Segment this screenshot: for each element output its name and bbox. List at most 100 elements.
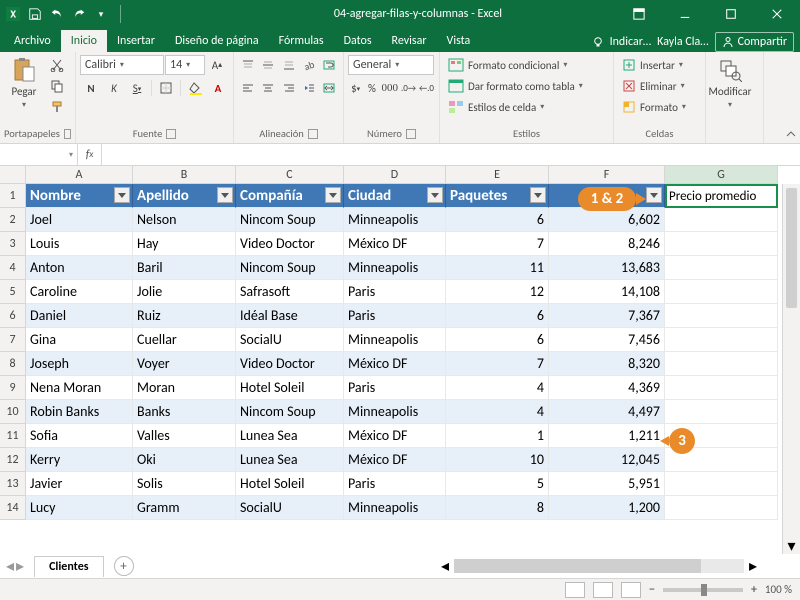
row-header[interactable]: 5 — [0, 280, 26, 304]
column-header[interactable]: F — [549, 166, 665, 184]
cell[interactable]: Lunea Sea — [236, 448, 344, 472]
row-header[interactable]: 4 — [0, 256, 26, 280]
cell[interactable]: Video Doctor — [236, 352, 344, 376]
cell[interactable]: 8 — [446, 496, 549, 520]
cell[interactable]: Valles — [133, 424, 236, 448]
cell[interactable]: Minneapolis — [344, 328, 446, 352]
minimize-button[interactable] — [662, 0, 708, 28]
close-button[interactable] — [754, 0, 800, 28]
cell[interactable]: Daniel — [26, 304, 133, 328]
table-header-cell[interactable]: Paquetes — [446, 184, 549, 208]
tab-datos[interactable]: Datos — [334, 30, 382, 52]
table-header-cell[interactable]: Nombre — [26, 184, 133, 208]
format-painter-icon[interactable] — [46, 97, 68, 117]
scroll-thumb[interactable] — [786, 188, 797, 308]
bold-icon[interactable]: N — [80, 78, 102, 98]
cell[interactable] — [665, 376, 778, 400]
cell[interactable] — [665, 472, 778, 496]
cell[interactable]: Nincom Soup — [236, 208, 344, 232]
cell[interactable]: Solis — [133, 472, 236, 496]
column-header[interactable]: G — [665, 166, 778, 184]
tab-revisar[interactable]: Revisar — [382, 30, 437, 52]
increase-font-icon[interactable]: A▴ — [206, 55, 228, 75]
row-header[interactable]: 3 — [0, 232, 26, 256]
cell[interactable] — [665, 280, 778, 304]
font-size-combo[interactable]: 14▾ — [165, 55, 205, 75]
cell[interactable]: 12 — [446, 280, 549, 304]
qat-customize-icon[interactable]: ▾ — [94, 7, 108, 21]
cell[interactable]: Video Doctor — [236, 232, 344, 256]
tab-vista[interactable]: Vista — [437, 30, 481, 52]
alignment-dialog-launcher-icon[interactable] — [308, 129, 318, 139]
save-icon[interactable] — [28, 7, 42, 21]
formula-input[interactable] — [102, 144, 800, 165]
decrease-decimal-icon[interactable]: ←.0 — [418, 78, 435, 98]
align-left-icon[interactable] — [238, 78, 257, 98]
cell[interactable]: Jolie — [133, 280, 236, 304]
column-header[interactable]: D — [344, 166, 446, 184]
cell[interactable]: 13,683 — [549, 256, 665, 280]
undo-icon[interactable] — [50, 7, 64, 21]
cell[interactable]: 4,497 — [549, 400, 665, 424]
account-name[interactable]: Kayla Cla… — [657, 35, 708, 49]
align-middle-icon[interactable] — [258, 55, 277, 75]
zoom-level[interactable]: 100 % — [765, 583, 792, 596]
cell[interactable]: 8,320 — [549, 352, 665, 376]
cell[interactable]: 14,108 — [549, 280, 665, 304]
number-dialog-launcher-icon[interactable] — [406, 129, 416, 139]
cell[interactable]: Kerry — [26, 448, 133, 472]
cell[interactable]: Nelson — [133, 208, 236, 232]
worksheet-grid[interactable]: ABCDEFG 1234567891011121314 NombreApelli… — [0, 166, 800, 578]
scroll-right-icon[interactable]: ▸ — [744, 554, 762, 578]
cell[interactable]: Caroline — [26, 280, 133, 304]
tell-me-input[interactable]: Indicar… — [610, 35, 652, 49]
align-bottom-icon[interactable] — [279, 55, 298, 75]
cell[interactable]: México DF — [344, 424, 446, 448]
cell[interactable] — [665, 232, 778, 256]
align-top-icon[interactable] — [238, 55, 257, 75]
borders-icon[interactable] — [155, 78, 177, 98]
filter-dropdown-icon[interactable] — [530, 187, 546, 203]
table-header-cell[interactable]: Compañía — [236, 184, 344, 208]
normal-view-icon[interactable] — [565, 582, 585, 598]
cell[interactable]: Lunea Sea — [236, 424, 344, 448]
cell[interactable]: Javier — [26, 472, 133, 496]
cell[interactable]: Paris — [344, 304, 446, 328]
comma-format-icon[interactable]: 000 — [381, 78, 400, 98]
cell[interactable] — [665, 304, 778, 328]
page-layout-view-icon[interactable] — [593, 582, 613, 598]
cell[interactable]: México DF — [344, 448, 446, 472]
cell[interactable]: Minneapolis — [344, 400, 446, 424]
scroll-left-icon[interactable]: ◂ — [436, 554, 454, 578]
format-as-table-button[interactable]: Dar formato como tabla▾ — [444, 76, 609, 96]
cell[interactable]: Minneapolis — [344, 496, 446, 520]
cell[interactable]: Paris — [344, 280, 446, 304]
cell[interactable]: Voyer — [133, 352, 236, 376]
horizontal-scrollbar[interactable]: ◂ ▸ — [434, 554, 764, 578]
scroll-down-icon[interactable]: ▾ — [783, 538, 800, 554]
cell[interactable]: 5,951 — [549, 472, 665, 496]
insert-cells-button[interactable]: Insertar▾ — [618, 55, 701, 75]
cell[interactable]: Nena Moran — [26, 376, 133, 400]
cell[interactable]: Cuellar — [133, 328, 236, 352]
row-header[interactable]: 2 — [0, 208, 26, 232]
table-header-cell[interactable]: Ciudad — [344, 184, 446, 208]
ribbon-display-options-icon[interactable] — [616, 0, 662, 28]
cell[interactable]: 4 — [446, 376, 549, 400]
cell[interactable]: México DF — [344, 232, 446, 256]
format-cells-button[interactable]: Formato▾ — [618, 97, 701, 117]
zoom-out-icon[interactable]: − — [649, 583, 655, 597]
filter-dropdown-icon[interactable] — [427, 187, 443, 203]
filter-dropdown-icon[interactable] — [114, 187, 130, 203]
accounting-format-icon[interactable]: $▾ — [348, 78, 363, 98]
column-header[interactable]: B — [133, 166, 236, 184]
row-header[interactable]: 9 — [0, 376, 26, 400]
cell[interactable]: Lucy — [26, 496, 133, 520]
name-box[interactable]: ▾ — [0, 144, 78, 165]
filter-dropdown-icon[interactable] — [646, 187, 662, 203]
cell[interactable]: Gina — [26, 328, 133, 352]
cell[interactable]: Hay — [133, 232, 236, 256]
row-header[interactable]: 13 — [0, 472, 26, 496]
cell[interactable]: 1,200 — [549, 496, 665, 520]
cell[interactable]: Sofia — [26, 424, 133, 448]
